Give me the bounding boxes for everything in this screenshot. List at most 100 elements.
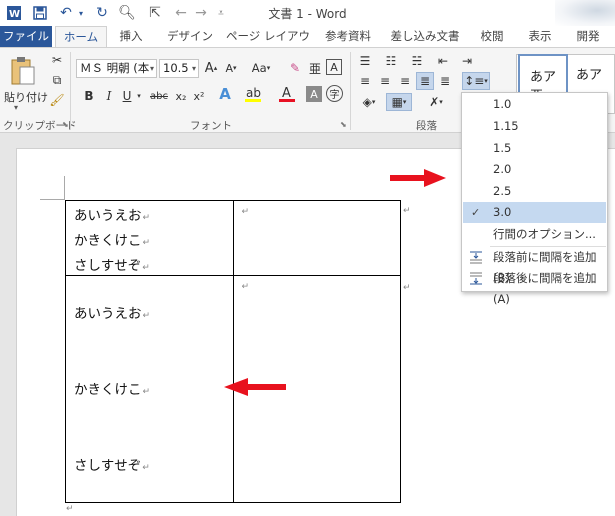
font-size-field[interactable]: 10.5 ▾ [159,59,199,78]
font-launcher-icon[interactable]: ⬊ [340,120,347,129]
line-spacing-options-item[interactable]: 行間のオプション... [463,224,606,245]
grow-font-button[interactable]: A ▴ [202,59,220,77]
title-bar: W ↶ ▾ ↻ 🔍︎ ⇱ ← → ⩡ 文書 1 - Word [0,0,615,26]
red-arrow-left-icon [224,378,286,396]
line-spacing-option-selected[interactable]: ✓ 3.0 [463,202,606,223]
justify-icon[interactable]: ≣ [416,72,434,90]
enclose-characters-icon[interactable]: A [326,59,342,75]
font-name-field[interactable]: ＭＳ 明朝 (本 ▾ [76,59,157,78]
font-group-label: フォント [190,120,232,132]
line-spacing-option[interactable]: 1.15 [463,116,606,137]
crop-mark [64,176,65,200]
table-cell[interactable]: あいうえお↵ かきくけこ↵ さしすせぞ↵ [65,200,234,276]
shrink-font-label: A [225,61,233,75]
table-cell[interactable]: ↵ [232,200,401,276]
line-spacing-option[interactable]: 2.0 [463,159,606,180]
paragraph-mark: ↵ [142,263,150,273]
option-label: 行間のオプション... [493,227,596,241]
option-label: 1.5 [493,141,512,155]
style-no-spacing[interactable]: あア [576,64,602,83]
subscript-button[interactable]: x₂ [172,87,190,105]
paragraph-mark: ↵ [241,282,250,292]
paragraph-mark: ↵ [142,213,151,223]
phonetic-guide-icon[interactable]: 亜 [306,59,324,77]
clipboard-launcher-icon[interactable]: ⬊ [62,120,69,129]
line-spacing-option[interactable]: 2.5 [463,181,606,202]
chevron-down-icon[interactable]: ▾ [150,60,154,77]
character-shading-icon[interactable]: A [306,86,322,102]
end-of-row-mark: ↵ [403,283,411,293]
space-before-icon [470,251,482,264]
svg-text:ab: ab [246,86,261,100]
cut-icon[interactable]: ✂ [48,51,66,69]
paragraph-mark: ↵ [241,207,250,217]
group-divider [70,52,71,130]
tab-references[interactable]: 参考資料 [320,26,376,47]
cell-text: あいうえお [74,306,142,322]
add-space-after-item[interactable]: 段落後に間隔を追加(A) [463,268,606,306]
line-spacing-button[interactable]: ↕≡ ▾ [462,72,490,90]
align-left-icon[interactable]: ≡ [356,72,374,90]
decrease-indent-icon[interactable]: ⇤ [434,52,452,70]
paragraph-mark: ↵ [142,387,151,397]
change-case-label: Aa [251,61,267,75]
format-painter-icon[interactable]: 🖌︎ [48,91,66,109]
bold-button[interactable]: B [80,87,98,105]
font-color-icon[interactable]: A [278,85,296,103]
window-title: 文書 1 - Word [268,7,347,21]
paragraph-mark: ↵ [142,311,151,321]
distributed-icon[interactable]: ≣ [436,72,454,90]
tab-home[interactable]: ホーム [55,26,107,48]
paste-icon[interactable] [8,54,38,88]
shrink-font-button[interactable]: A ▾ [222,59,240,77]
align-center-icon[interactable]: ≡ [376,72,394,90]
shading-icon[interactable]: ◈ ▾ [356,93,382,111]
add-space-before-item[interactable]: 段落前に間隔を追加(B) [463,247,606,285]
document-table[interactable]: あいうえお↵ かきくけこ↵ さしすせぞ↵ ↵ あいうえお↵ かきくけこ↵ さしす… [65,200,401,503]
option-label: 2.0 [493,162,512,176]
table-cell[interactable]: あいうえお↵ かきくけこ↵ さしすせぞ↵ [65,275,234,503]
paste-dropdown-icon[interactable]: ▾ [14,103,18,112]
cell-text-line: あいうえお↵ [74,302,150,322]
cell-text-line: かきくけこ↵ [74,378,150,398]
asian-layout-icon[interactable]: ✗ ▾ [422,93,450,111]
tab-developer[interactable]: 開発 [568,26,608,47]
clear-formatting-icon[interactable]: ✎ [286,59,304,77]
tab-review[interactable]: 校閲 [474,26,510,47]
borders-icon[interactable]: ▦ ▾ [386,93,412,111]
bullets-icon[interactable]: ☰ [356,52,374,70]
align-right-icon[interactable]: ≡ [396,72,414,90]
cell-text: あいうえお [74,208,142,224]
multilevel-list-icon[interactable]: ☵ [408,52,426,70]
superscript-button[interactable]: x² [190,87,208,105]
underline-dropdown-icon[interactable]: ▾ [134,87,144,105]
space-after-icon [470,272,482,285]
cell-text: かきくけこ [74,233,142,249]
tab-page-layout[interactable]: ページ レイアウト [225,26,311,63]
tab-mailings[interactable]: 差し込み文書 [384,26,466,47]
cell-text: さしすせぞ [74,458,142,474]
increase-indent-icon[interactable]: ⇥ [458,52,476,70]
tab-file[interactable]: ファイル [0,26,52,47]
chevron-down-icon[interactable]: ▾ [192,60,196,77]
crop-mark [40,199,65,200]
numbering-icon[interactable]: ☷ [382,52,400,70]
copy-icon[interactable]: ⧉ [48,71,66,89]
italic-button[interactable]: I [100,87,118,105]
tab-insert[interactable]: 挿入 [112,26,150,47]
line-spacing-option[interactable]: 1.5 [463,138,606,159]
cell-text-line: あいうえお↵ [74,204,150,224]
change-case-button[interactable]: Aa ▾ [248,59,274,77]
decorative-cloud [555,0,615,26]
option-label: 1.15 [493,119,519,133]
text-effects-icon[interactable]: A [216,85,234,103]
enclosed-character-icon[interactable]: 字 [326,85,343,102]
tab-view[interactable]: 表示 [522,26,558,47]
line-spacing-option[interactable]: 1.0 [463,94,606,115]
tab-design[interactable]: デザイン [162,26,218,47]
option-label: 2.5 [493,184,512,198]
paste-button-label[interactable]: 貼り付け [4,89,48,105]
strikethrough-button[interactable]: abc [148,87,170,105]
highlight-color-icon[interactable]: ab [244,85,262,103]
paragraph-mark: ↵ [66,504,74,514]
